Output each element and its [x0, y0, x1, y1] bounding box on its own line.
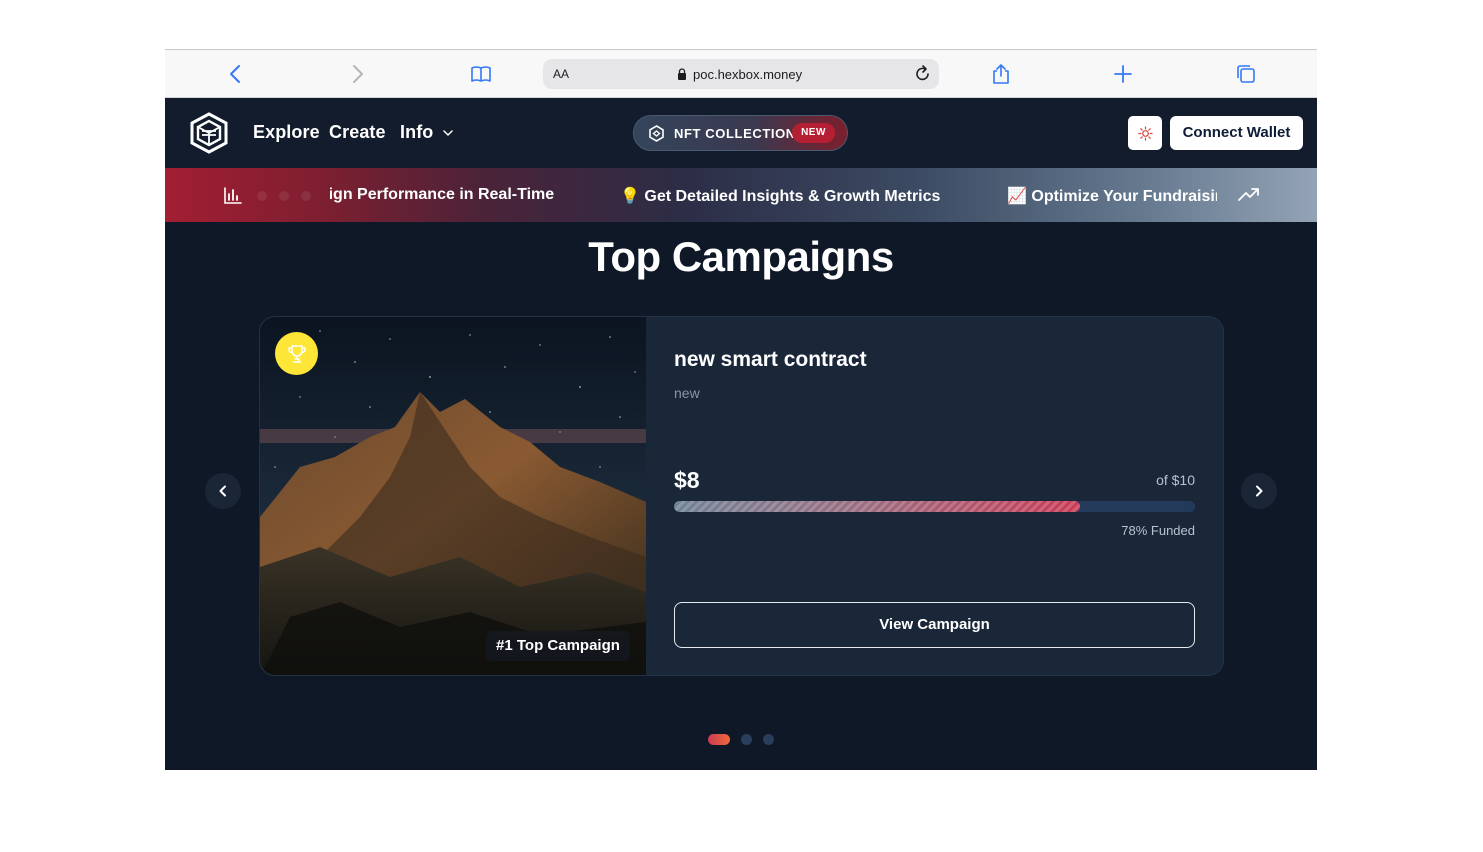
new-badge: NEW — [792, 123, 835, 143]
forward-button[interactable] — [342, 59, 372, 89]
pagination-dot[interactable] — [741, 734, 752, 745]
funded-percent: 78% Funded — [1121, 523, 1195, 538]
text-size-button[interactable]: AA — [553, 67, 569, 81]
new-tab-button[interactable] — [1108, 59, 1138, 89]
plus-icon — [1114, 65, 1132, 83]
nav-info[interactable]: Info — [400, 122, 433, 143]
address-bar[interactable]: AA poc.hexbox.money — [543, 59, 939, 89]
campaign-card[interactable]: #1 Top Campaign new smart contract new $… — [259, 316, 1224, 676]
campaign-image[interactable]: #1 Top Campaign — [260, 317, 646, 675]
theme-toggle-button[interactable] — [1128, 116, 1162, 150]
view-campaign-button[interactable]: View Campaign — [674, 602, 1195, 648]
connect-wallet-button[interactable]: Connect Wallet — [1170, 116, 1303, 150]
funding-goal: of $10 — [1156, 472, 1195, 488]
trophy-icon — [287, 344, 306, 363]
pagination-dot[interactable] — [763, 734, 774, 745]
hexagon-icon — [649, 125, 664, 142]
ticker-item: 💡 Get Detailed Insights & Growth Metrics — [620, 188, 941, 205]
funding-progress-fill — [674, 501, 1081, 512]
url-text: poc.hexbox.money — [693, 67, 803, 82]
carousel-pagination — [165, 734, 1317, 746]
app-viewport: AA poc.hexbox.money Explore Create Info … — [165, 49, 1317, 770]
rank-badge: #1 Top Campaign — [486, 631, 630, 661]
campaign-title: new smart contract — [674, 348, 867, 371]
tabs-icon — [1237, 65, 1255, 83]
trophy-badge — [275, 332, 318, 375]
ticker-item: 📈 Optimize Your Fundraising — [1007, 188, 1217, 205]
site-header: Explore Create Info NFT COLLECTION NEW C… — [165, 98, 1317, 168]
nav-explore[interactable]: Explore — [253, 122, 320, 143]
lock-icon — [678, 68, 686, 80]
funding-progress-bar — [674, 501, 1195, 512]
tabs-button[interactable] — [1231, 59, 1261, 89]
book-icon — [471, 66, 491, 82]
ticker-item: Track Campaign Performance in Real-Time — [330, 186, 555, 203]
section-title: Top Campaigns — [588, 233, 894, 280]
campaign-description: new — [674, 385, 700, 401]
carousel-prev-button[interactable] — [205, 473, 241, 509]
chevron-right-icon — [1256, 485, 1263, 497]
share-button[interactable] — [986, 59, 1016, 89]
back-button[interactable] — [221, 59, 251, 89]
nav-create[interactable]: Create — [329, 122, 386, 143]
sun-icon — [1137, 125, 1153, 141]
ticker-dot — [257, 191, 267, 201]
nft-collection-label: NFT COLLECTION — [674, 126, 796, 141]
amount-raised: $8 — [674, 467, 700, 493]
mountain-night-image — [260, 317, 646, 675]
chevron-down-icon[interactable] — [443, 129, 453, 137]
reload-icon[interactable] — [913, 64, 933, 84]
ticker-dot — [301, 191, 311, 201]
pagination-dot-active[interactable] — [708, 734, 730, 745]
hexbox-logo[interactable] — [189, 112, 229, 154]
chevron-right-icon — [353, 65, 363, 83]
bar-chart-icon — [224, 187, 242, 204]
ticker-dot — [279, 191, 289, 201]
ticker-track: Track Campaign Performance in Real-Time … — [330, 168, 1217, 222]
share-icon — [993, 64, 1009, 84]
announcement-ticker: Track Campaign Performance in Real-Time … — [165, 168, 1317, 222]
trending-up-icon — [1238, 188, 1259, 201]
carousel-next-button[interactable] — [1241, 473, 1277, 509]
browser-toolbar: AA poc.hexbox.money — [165, 49, 1317, 98]
chevron-left-icon — [219, 485, 226, 497]
chevron-left-icon — [230, 65, 240, 83]
bookmarks-button[interactable] — [466, 59, 496, 89]
nft-collection-button[interactable]: NFT COLLECTION NEW — [633, 115, 848, 151]
